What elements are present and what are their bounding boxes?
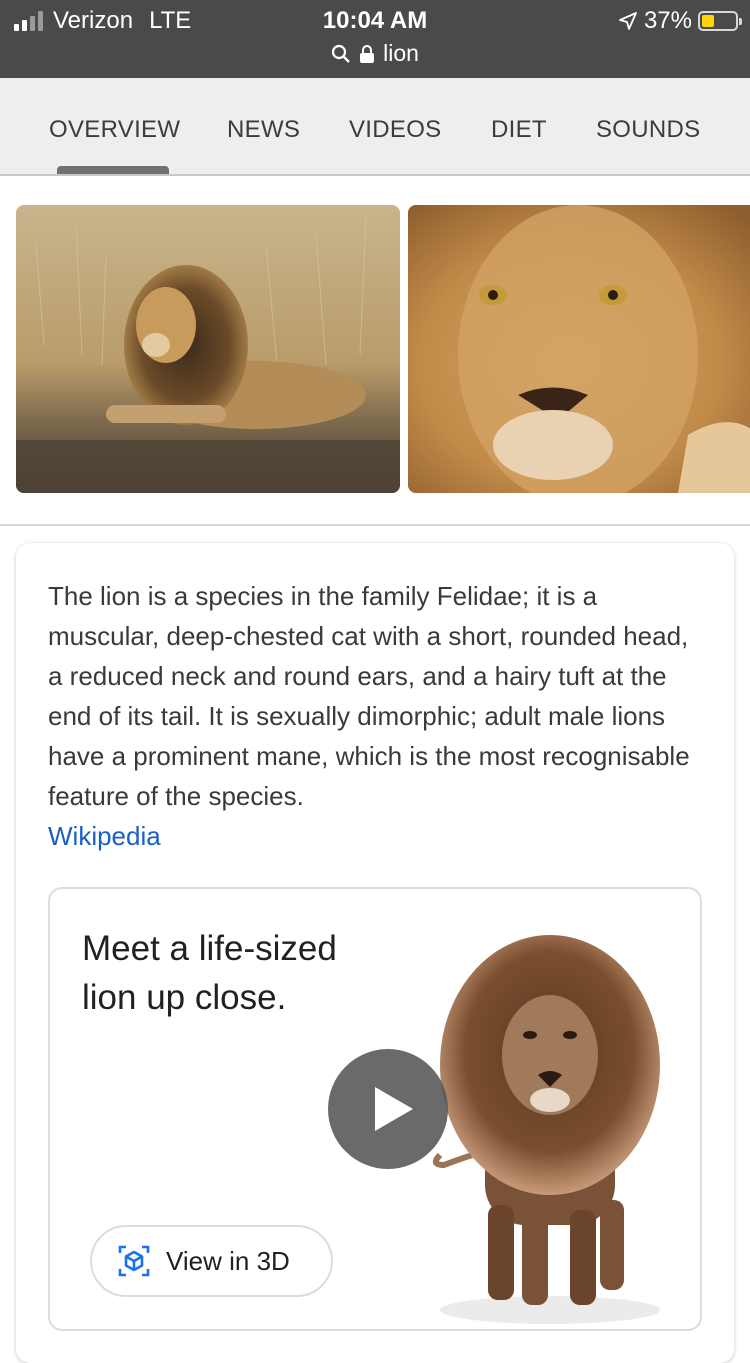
tab-sounds[interactable]: SOUNDS — [596, 116, 700, 144]
active-tab-indicator — [57, 166, 169, 174]
description-text: The lion is a species in the family Feli… — [48, 581, 690, 811]
tab-videos[interactable]: VIDEOS — [349, 116, 442, 144]
ar-card-title: Meet a life-sized lion up close. — [82, 929, 337, 1017]
lion-photo-2[interactable] — [408, 205, 750, 493]
section-divider — [0, 524, 750, 526]
url-text: lion — [383, 40, 419, 66]
location-arrow-icon — [619, 12, 637, 30]
play-button[interactable] — [328, 1049, 448, 1169]
view-in-3d-label: View in 3D — [166, 1245, 290, 1276]
3d-cube-icon — [118, 1245, 150, 1277]
battery-percent: 37% — [643, 7, 692, 34]
tab-news[interactable]: NEWS — [227, 116, 300, 144]
status-bar: Verizon LTE 10:04 AM lion 37% — [0, 0, 750, 78]
address-bar[interactable]: lion — [0, 40, 750, 67]
tab-overview[interactable]: OVERVIEW — [49, 116, 180, 144]
tab-bar: OVERVIEW NEWS VIDEOS DIET SOUNDS — [0, 78, 750, 176]
lion-photo-1[interactable] — [16, 205, 400, 493]
lion-3d-model-image — [432, 935, 660, 1324]
battery-icon — [698, 11, 742, 31]
tab-diet[interactable]: DIET — [491, 116, 547, 144]
search-icon — [331, 44, 350, 63]
wikipedia-link[interactable]: Wikipedia — [48, 816, 161, 856]
status-right: 37% — [618, 7, 742, 35]
view-in-3d-button[interactable]: View in 3D — [90, 1225, 333, 1297]
lock-icon — [360, 44, 375, 63]
